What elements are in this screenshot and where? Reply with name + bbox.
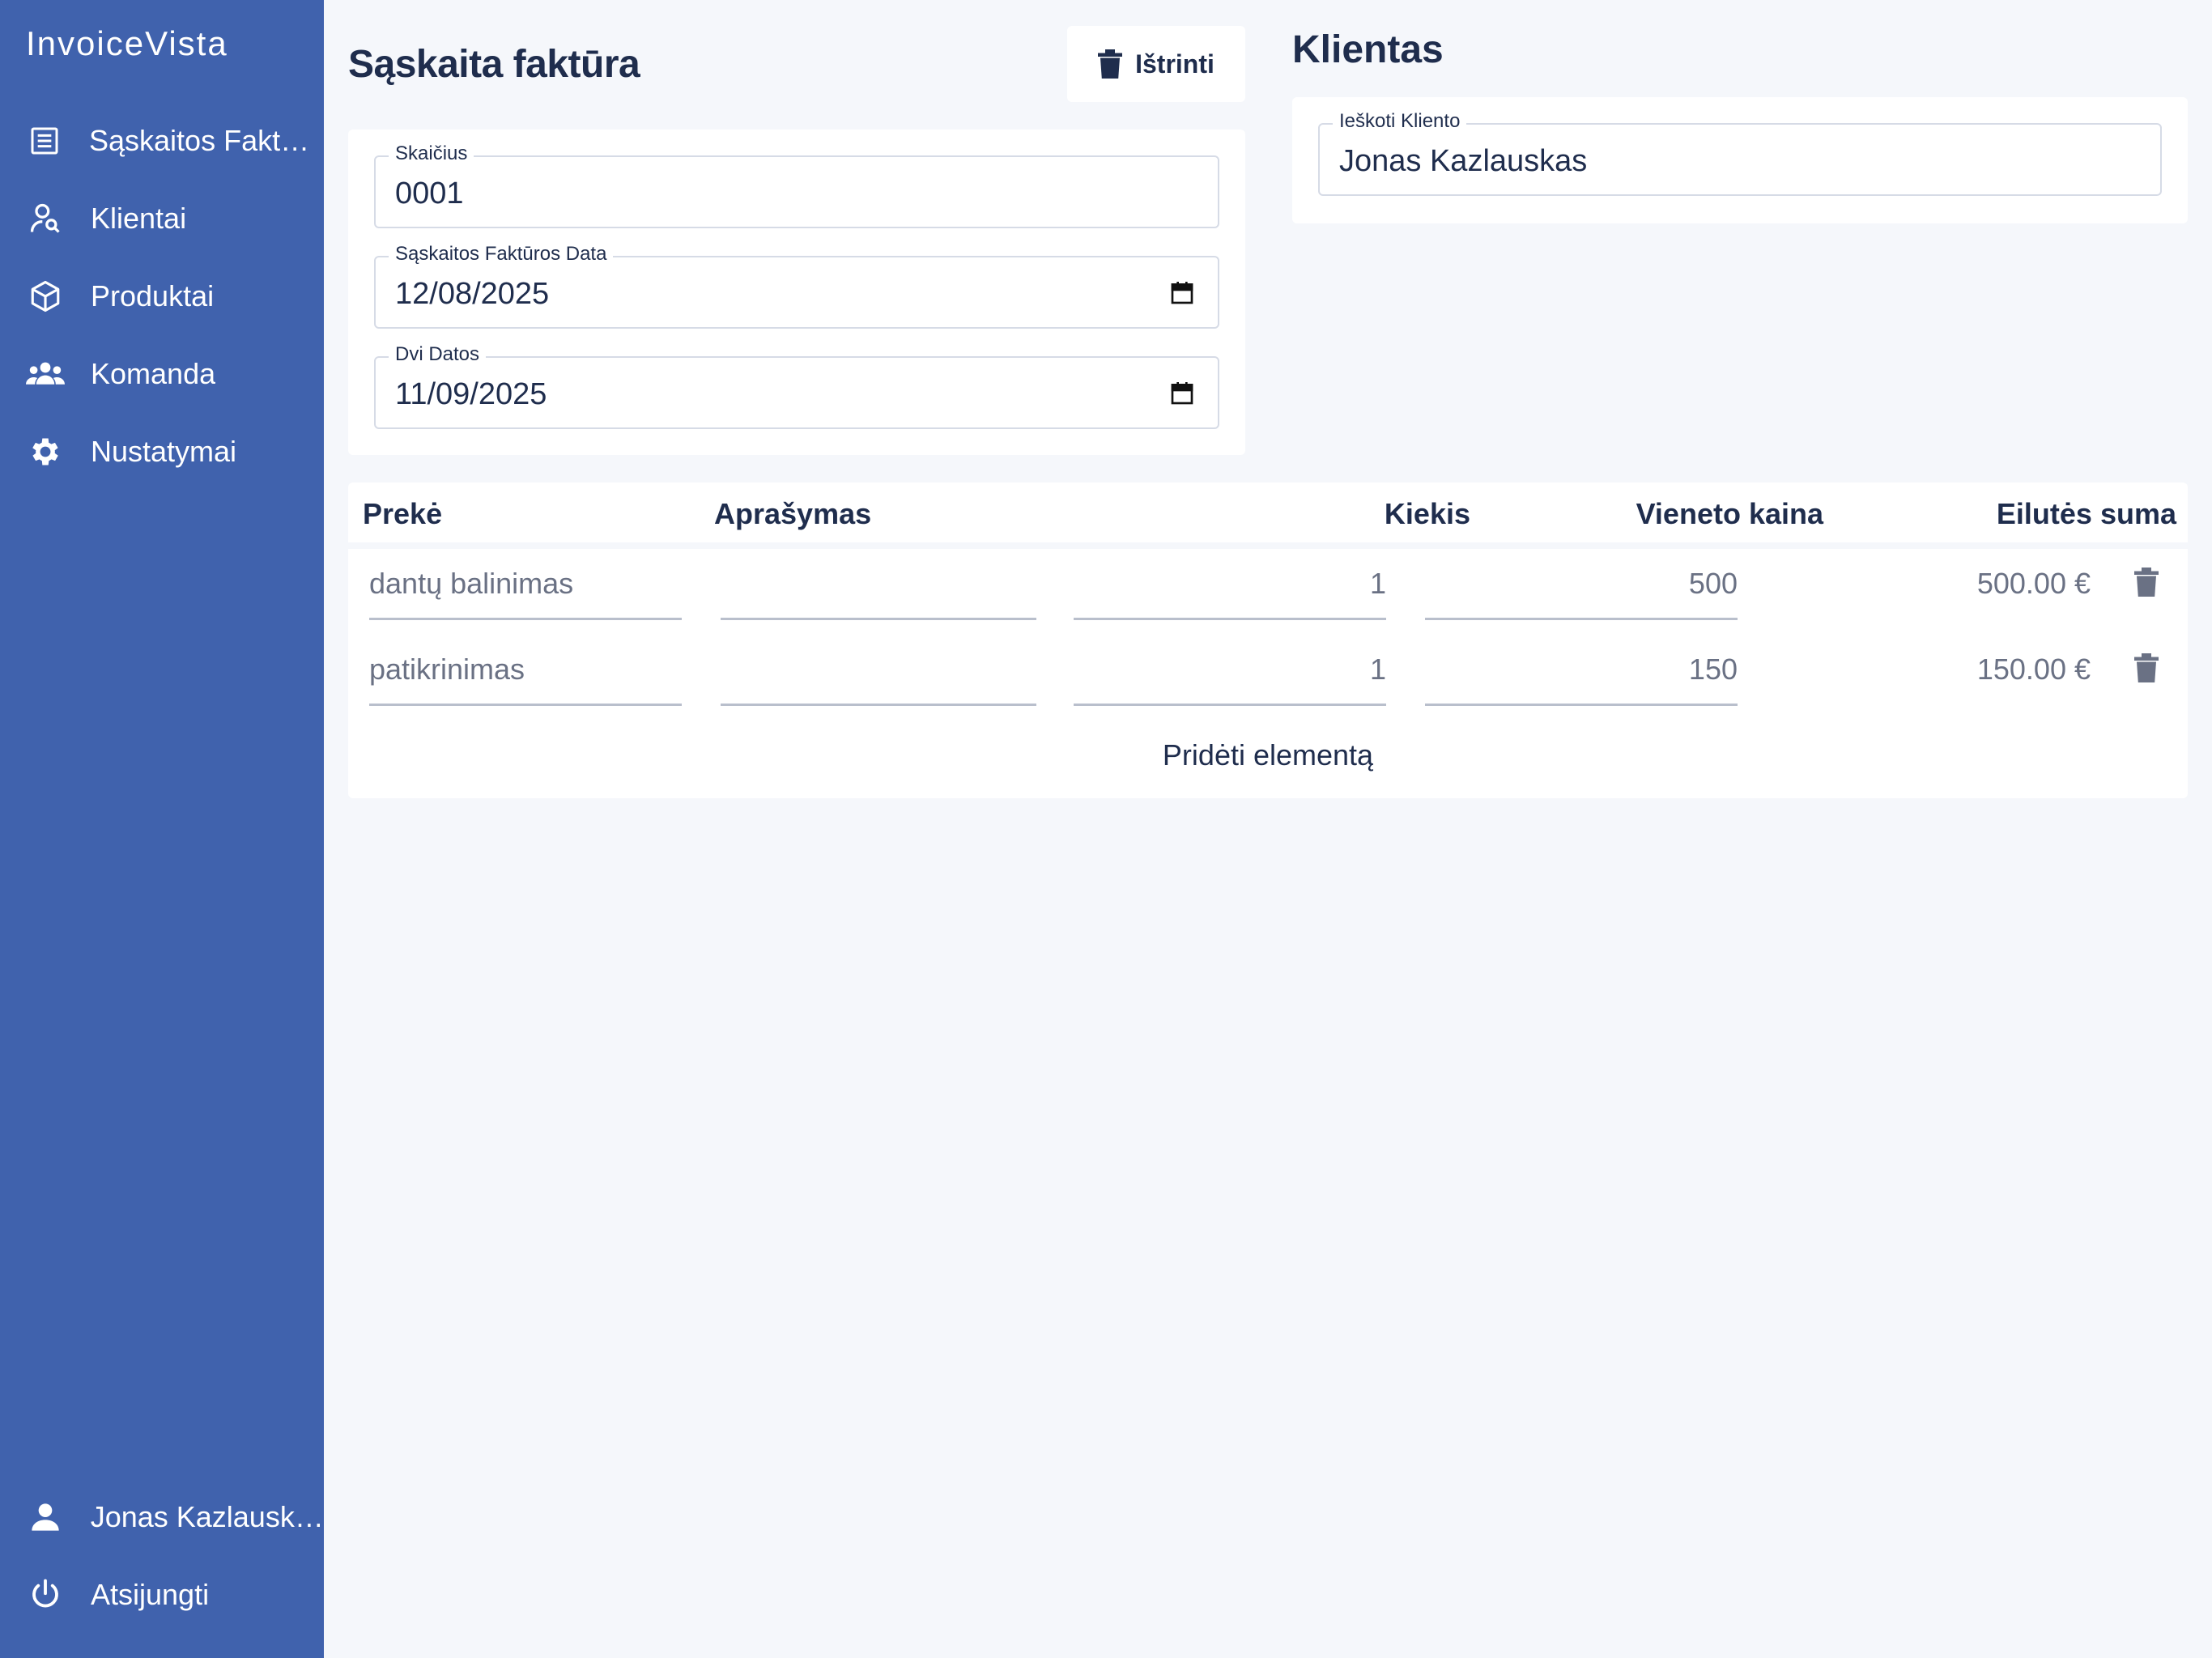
sidebar-item-logout[interactable]: Atsijungti xyxy=(0,1556,324,1634)
description-input[interactable] xyxy=(721,549,1036,620)
field-label: Dvi Datos xyxy=(389,343,487,366)
sidebar-item-invoices[interactable]: Sąskaitos Faktūros xyxy=(0,102,324,180)
table-body: dantų balinimas 1 500 500.00 € patikrini… xyxy=(348,549,2188,798)
table-row: dantų balinimas 1 500 500.00 € xyxy=(348,549,2188,635)
field-value: Jonas Kazlauskas xyxy=(1339,144,1588,178)
line-total: 150.00 € xyxy=(1976,653,2091,686)
header-quantity: Kiekis xyxy=(1384,497,1470,530)
header-line-total: Eilutės suma xyxy=(1996,497,2176,530)
sidebar-item-products[interactable]: Produktai xyxy=(0,257,324,335)
header-product: Prekė xyxy=(363,497,443,530)
due-date-field[interactable]: Dvi Datos 11/09/2025 xyxy=(374,343,1219,429)
power-icon xyxy=(26,1575,65,1614)
gear-icon xyxy=(26,432,65,471)
field-label: Sąskaitos Faktūros Data xyxy=(389,243,614,266)
add-item-button[interactable]: Pridėti elementą xyxy=(348,738,2188,772)
sidebar-item-profile[interactable]: Jonas Kazlauskas xyxy=(0,1478,324,1556)
sidebar-item-label: Nustatymai xyxy=(91,435,237,468)
header-description: Aprašymas xyxy=(714,497,872,530)
sidebar-item-label: Klientai xyxy=(91,202,187,235)
field-value: 12/08/2025 xyxy=(395,277,550,311)
description-input[interactable] xyxy=(721,635,1036,706)
sidebar-item-label: Atsijungti xyxy=(91,1578,210,1611)
calendar-icon[interactable] xyxy=(1169,280,1195,310)
product-input[interactable]: dantų balinimas xyxy=(369,549,682,620)
sidebar-item-clients[interactable]: Klientai xyxy=(0,180,324,257)
sidebar-item-settings[interactable]: Nustatymai xyxy=(0,413,324,491)
quantity-input[interactable]: 1 xyxy=(1074,635,1386,706)
sidebar-bottom: Jonas Kazlauskas Atsijungti xyxy=(0,1478,324,1634)
sidebar-item-label: Produktai xyxy=(91,279,215,312)
delete-label: Ištrinti xyxy=(1135,49,1214,79)
trash-icon[interactable] xyxy=(2134,653,2159,687)
receipt-icon xyxy=(26,121,63,160)
sidebar-item-label: Komanda xyxy=(91,357,216,390)
brand-logo: InvoiceVista xyxy=(26,24,228,62)
header-unit-price: Vieneto kaina xyxy=(1636,497,1823,530)
field-value: 0001 xyxy=(395,176,464,210)
user-icon xyxy=(26,1498,65,1537)
delete-invoice-button[interactable]: Ištrinti xyxy=(1067,26,1245,102)
unit-price-input[interactable]: 150 xyxy=(1425,635,1738,706)
field-label: Skaičius xyxy=(389,142,474,165)
field-value: 11/09/2025 xyxy=(395,377,547,411)
product-input[interactable]: patikrinimas xyxy=(369,635,682,706)
invoice-details-card: Skaičius 0001 Sąskaitos Faktūros Data 12… xyxy=(348,130,1245,455)
sidebar: InvoiceVista Sąskaitos Faktūros Klientai… xyxy=(0,0,324,1658)
sidebar-nav: Sąskaitos Faktūros Klientai Produktai Ko… xyxy=(0,102,324,491)
calendar-icon[interactable] xyxy=(1169,380,1195,410)
invoice-date-field[interactable]: Sąskaitos Faktūros Data 12/08/2025 xyxy=(374,243,1219,329)
line-total: 500.00 € xyxy=(1976,567,2091,600)
table-header: Prekė Aprašymas Kiekis Vieneto kaina Eil… xyxy=(348,483,2188,542)
client-card: Ieškoti Kliento Jonas Kazlauskas xyxy=(1292,97,2188,223)
unit-price-input[interactable]: 500 xyxy=(1425,549,1738,620)
field-label: Ieškoti Kliento xyxy=(1333,110,1467,133)
client-title: Klientas xyxy=(1292,28,1444,71)
trash-icon[interactable] xyxy=(2134,567,2159,602)
page-title: Sąskaita faktūra xyxy=(348,43,640,86)
items-table: Prekė Aprašymas Kiekis Vieneto kaina Eil… xyxy=(348,483,2188,798)
client-search-field[interactable]: Ieškoti Kliento Jonas Kazlauskas xyxy=(1318,110,2162,196)
invoice-number-field[interactable]: Skaičius 0001 xyxy=(374,142,1219,228)
users-icon xyxy=(26,355,65,393)
user-search-icon xyxy=(26,199,65,238)
sidebar-item-team[interactable]: Komanda xyxy=(0,335,324,413)
table-row: patikrinimas 1 150 150.00 € xyxy=(348,635,2188,721)
sidebar-item-label: Sąskaitos Faktūros xyxy=(89,124,324,157)
trash-icon xyxy=(1098,49,1123,79)
quantity-input[interactable]: 1 xyxy=(1074,549,1386,620)
cube-icon xyxy=(26,277,65,316)
sidebar-item-label: Jonas Kazlauskas xyxy=(90,1500,324,1533)
